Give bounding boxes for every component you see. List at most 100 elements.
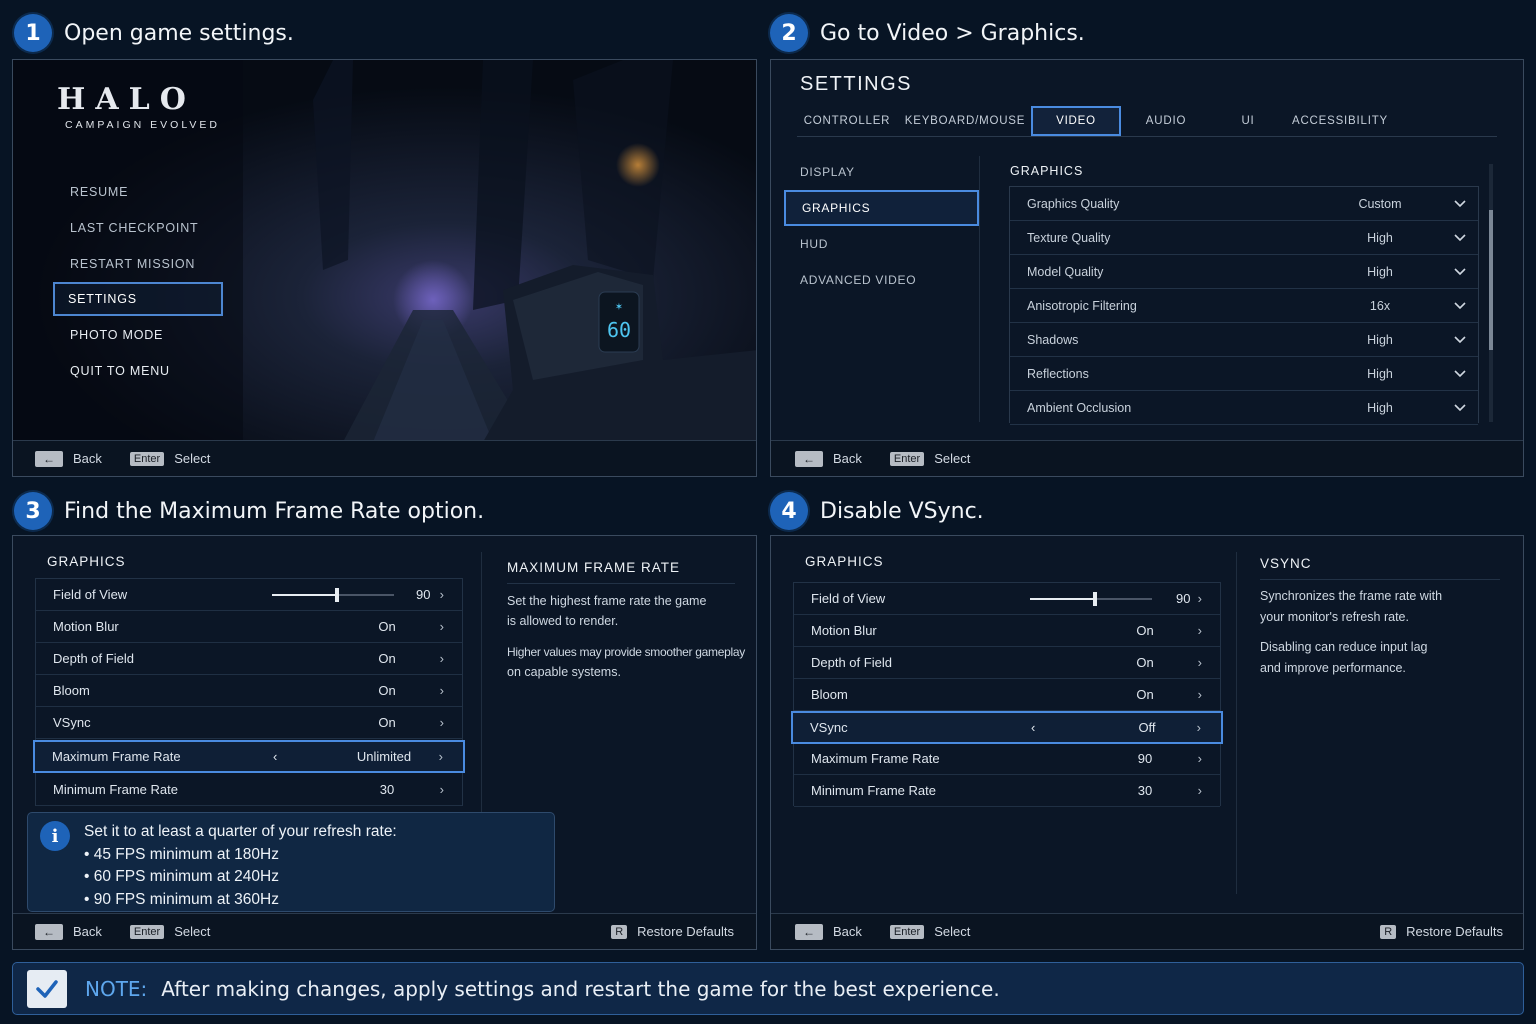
side-graphics[interactable]: GRAPHICS [784,190,979,226]
chevron-right-icon: › [439,651,444,666]
back-hint[interactable]: ← Back [35,450,102,467]
menu-last-checkpoint[interactable]: LAST CHECKPOINT [57,211,227,245]
tab-video[interactable]: VIDEO [1031,106,1121,136]
menu-resume[interactable]: RESUME [57,175,227,209]
graphics-quality-row[interactable]: Graphics Quality Custom [1010,187,1478,221]
side-advanced-video[interactable]: ADVANCED VIDEO [784,262,979,298]
side-display[interactable]: DISPLAY [784,154,979,190]
fov-slider[interactable] [1030,592,1152,606]
back-hint[interactable]: ← Back [795,923,862,940]
maximum-frame-rate-row[interactable]: Maximum Frame Rate 90 › [794,743,1220,775]
select-label: Select [934,451,971,466]
r-key-icon: R [611,924,628,939]
info-icon: i [40,821,70,851]
restore-defaults-hint[interactable]: R Restore Defaults [611,924,734,939]
select-hint[interactable]: Enter Select [129,924,211,939]
select-label: Select [174,924,211,939]
step-number: 3 [14,492,52,530]
bloom-row[interactable]: Bloom On › [794,679,1220,711]
side-hud[interactable]: HUD [784,226,979,262]
graphics-section-title: GRAPHICS [1010,164,1084,178]
bloom-row[interactable]: Bloom On › [36,675,462,707]
back-arrow-icon: ← [795,450,823,467]
fov-value: 90 [1176,591,1191,606]
tip-item: • 45 FPS minimum at 180Hz [84,845,279,863]
tip-item: • 90 FPS minimum at 360Hz [84,890,279,908]
field-of-view-row[interactable]: Field of View 90 › [794,583,1220,615]
fov-slider[interactable] [272,588,394,602]
back-arrow-icon: ← [35,450,63,467]
select-hint[interactable]: Enter Select [889,924,970,939]
motion-blur-row[interactable]: Motion Blur On › [36,611,462,643]
ambient-occlusion-row[interactable]: Ambient Occlusion High [1010,391,1478,425]
logo-subtitle: CAMPAIGN EVOLVED [65,119,220,131]
tip-item: • 60 FPS minimum at 240Hz [84,868,279,885]
maximum-frame-rate-row[interactable]: Maximum Frame Rate ‹ Unlimited › [33,740,465,773]
scrollbar[interactable] [1489,164,1493,422]
menu-settings[interactable]: SETTINGS [53,282,223,316]
menu-quit-to-menu[interactable]: QUIT TO MENU [57,354,227,388]
tab-ui[interactable]: UI [1211,106,1285,136]
pause-menu-panel: 60 ✶ HALO CAMPAIGN EVOLVED RESUME LAST C… [12,59,757,477]
tip-box: i Set it to at least a quarter of your r… [27,812,555,912]
vsync-row[interactable]: VSync ‹ Off › [791,711,1223,744]
depth-of-field-row[interactable]: Depth of Field On › [36,643,462,675]
step-number: 2 [770,14,808,52]
vsync-row[interactable]: VSync On › [36,707,462,739]
minimum-frame-rate-row[interactable]: Minimum Frame Rate 30 › [794,775,1220,807]
texture-quality-row[interactable]: Texture Quality High [1010,221,1478,255]
back-hint[interactable]: ← Back [35,923,102,940]
chevron-right-icon: › [439,782,444,797]
chevron-right-icon: › [439,715,444,730]
chevron-right-icon: › [1197,783,1202,798]
chevron-down-icon [1454,301,1466,310]
enter-key-icon: Enter [889,451,925,466]
step-title: Find the Maximum Frame Rate option. [64,498,485,524]
chevron-right-icon: › [1197,751,1202,766]
chevron-left-icon[interactable]: ‹ [273,749,277,764]
model-quality-row[interactable]: Model Quality High [1010,255,1478,289]
settings-title: SETTINGS [800,73,913,95]
tab-accessibility[interactable]: ACCESSIBILITY [1285,106,1395,136]
motion-blur-row[interactable]: Motion Blur On › [794,615,1220,647]
chevron-down-icon [1454,369,1466,378]
tab-audio[interactable]: AUDIO [1126,106,1206,136]
field-of-view-row[interactable]: Field of View 90 › [36,579,462,611]
chevron-left-icon[interactable]: ‹ [1031,720,1035,735]
menu-restart-mission[interactable]: RESTART MISSION [57,247,227,281]
back-hint[interactable]: ← Back [795,450,862,467]
chevron-right-icon: › [1197,591,1202,606]
select-hint[interactable]: Enter Select [129,451,210,466]
checkmark-icon [27,969,67,1008]
chevron-right-icon[interactable]: › [1197,720,1201,735]
note-text: After making changes, apply settings and… [161,976,1000,1001]
depth-of-field-row[interactable]: Depth of Field On › [794,647,1220,679]
description-text: Synchronizes the frame rate with your mo… [1260,589,1443,675]
graphics-quality-value: Custom [1358,196,1402,211]
select-hint[interactable]: Enter Select [889,451,971,466]
panel-footer: ← Back Enter Select [13,440,756,476]
tab-keyboard-mouse[interactable]: KEYBOARD/MOUSE [905,106,1025,136]
enter-key-icon: Enter [889,924,925,939]
step-title: Go to Video > Graphics. [820,20,1085,46]
fov-value: 90 [416,587,431,602]
chevron-down-icon [1454,199,1466,208]
chevron-right-icon: › [439,683,444,698]
chevron-down-icon [1454,403,1466,412]
graphics-section-title: GRAPHICS [47,554,126,569]
step-4-header: 4 Disable VSync. [770,492,984,530]
shadows-row[interactable]: Shadows High [1010,323,1478,357]
enter-key-icon: Enter [129,451,165,466]
back-label: Back [73,924,102,939]
chevron-right-icon[interactable]: › [439,749,443,764]
anisotropic-filtering-row[interactable]: Anisotropic Filtering 16x [1010,289,1478,323]
description-title: VSYNC [1260,556,1500,580]
settings-video-panel: SETTINGS CONTROLLER KEYBOARD/MOUSE VIDEO… [770,59,1524,477]
menu-photo-mode[interactable]: PHOTO MODE [57,318,227,352]
graphics-list: Field of View 90 › Motion Blur On › Depth … [791,582,1223,807]
reflections-row[interactable]: Reflections High [1010,357,1478,391]
minimum-frame-rate-row[interactable]: Minimum Frame Rate 30 › [36,774,462,806]
tab-controller[interactable]: CONTROLLER [797,106,897,136]
note-bar: NOTE: After making changes, apply settin… [12,962,1524,1015]
restore-defaults-hint[interactable]: R Restore Defaults [1380,924,1503,939]
